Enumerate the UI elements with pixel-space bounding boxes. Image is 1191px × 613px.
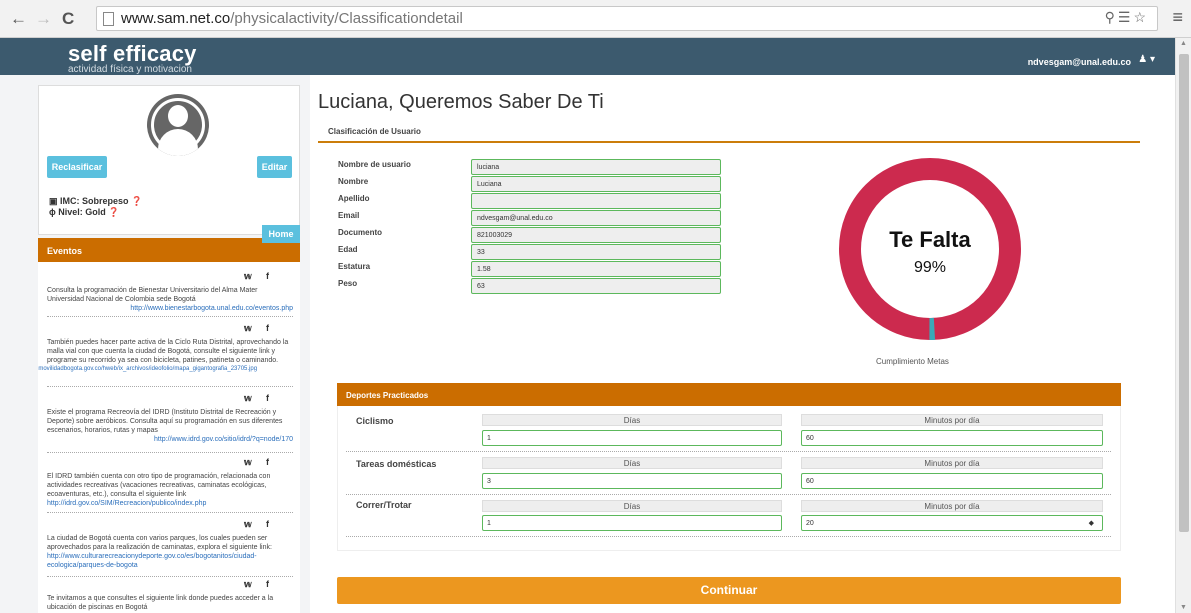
event-link[interactable]: http://idrd.gov.co/SIM/Recreacion/public…	[47, 500, 206, 507]
event-item: 𝕨f El IDRD también cuenta con otro tipo …	[47, 458, 293, 520]
nombre-usuario-field[interactable]: luciana	[471, 159, 721, 175]
event-link[interactable]: http://www.bienestarbogota.unal.edu.co/e…	[47, 304, 293, 313]
scale-icon: ▣	[49, 196, 58, 206]
scroll-down-icon[interactable]: ▼	[1180, 604, 1187, 611]
minutos-header: Minutos por día	[801, 457, 1103, 469]
dias-input[interactable]: 1	[482, 430, 782, 446]
share-icons[interactable]: 𝕨f	[244, 272, 283, 281]
browser-toolbar: ← → C www.sam.net.co/physicalactivity/Cl…	[0, 0, 1191, 38]
scroll-up-icon[interactable]: ▲	[1180, 40, 1187, 47]
sport-name: Ciclismo	[356, 416, 394, 426]
imc-info: ▣ IMC: Sobrepeso ❓	[49, 196, 143, 206]
event-item: 𝕨f La ciudad de Bogotá cuenta con varios…	[47, 520, 293, 580]
minutos-input[interactable]: 20 ◆	[801, 515, 1103, 531]
field-label-nombre: Nombre	[338, 177, 369, 186]
help-icon[interactable]: ❓	[108, 207, 119, 217]
brand-subtitle: actividad física y motivacion	[68, 64, 192, 75]
forward-arrow-icon[interactable]: →	[35, 9, 52, 29]
minutos-header: Minutos por día	[801, 500, 1103, 512]
dias-header: Días	[482, 500, 782, 512]
editar-button[interactable]: Editar	[257, 156, 292, 178]
dias-input[interactable]: 1	[482, 515, 782, 531]
row-divider	[346, 494, 1111, 495]
nivel-info: ϕ Nivel: Gold ❓	[49, 207, 120, 217]
section-divider	[318, 141, 1140, 143]
reload-icon[interactable]: C	[62, 9, 74, 29]
app-header: self efficacy actividad física y motivac…	[0, 38, 1175, 75]
share-icons[interactable]: 𝕨f	[244, 324, 283, 333]
share-icons[interactable]: 𝕨f	[244, 580, 283, 589]
continuar-button[interactable]: Continuar	[337, 577, 1121, 604]
back-arrow-icon[interactable]: ←	[10, 9, 27, 29]
field-label-email: Email	[338, 211, 360, 220]
event-link[interactable]: http://www.movilidadbogota.gov.co/hweb/i…	[38, 365, 293, 374]
email-field[interactable]: ndvesgam@unal.edu.co	[471, 210, 721, 226]
field-label-documento: Documento	[338, 228, 382, 237]
event-item: 𝕨f También puedes hacer parte activa de …	[38, 324, 293, 394]
row-divider	[346, 451, 1111, 452]
field-label-estatura: Estatura	[338, 262, 371, 271]
page-scrollbar[interactable]: ▲ ▼	[1175, 38, 1191, 613]
share-icons[interactable]: 𝕨f	[244, 520, 283, 529]
dias-input[interactable]: 3	[482, 473, 782, 489]
user-email[interactable]: ndvesgam@unal.edu.co	[1028, 57, 1131, 67]
browser-menu-icon[interactable]: ≡	[1172, 7, 1183, 28]
profile-card: Reclasificar Editar ▣ IMC: Sobrepeso ❓ ϕ…	[38, 85, 300, 235]
donut-percent: 99%	[913, 259, 947, 276]
zoom-translate-star-icons[interactable]: ⚲☰☆	[1105, 9, 1149, 26]
scroll-thumb[interactable]	[1179, 54, 1189, 532]
donut-caption: Cumplimiento Metas	[876, 357, 949, 366]
field-label-edad: Edad	[338, 245, 358, 254]
field-label-peso: Peso	[338, 279, 358, 288]
nombre-field[interactable]: Luciana	[471, 176, 721, 192]
event-item: 𝕨f Existe el programa Recreovía del IDRD…	[47, 394, 293, 458]
help-icon[interactable]: ❓	[131, 196, 142, 206]
avatar-icon	[147, 94, 209, 156]
home-tab[interactable]: Home	[262, 225, 300, 243]
bolt-icon: ϕ	[49, 207, 56, 217]
event-link[interactable]: http://www.culturarecreacionydeporte.gov…	[47, 553, 257, 569]
sport-name: Correr/Trotar	[356, 500, 412, 510]
donut-title: Te Falta	[889, 227, 971, 252]
spinner-icon[interactable]: ◆	[1089, 519, 1094, 527]
minutos-input[interactable]: 60	[801, 430, 1103, 446]
deportes-header: Deportes Practicados	[337, 383, 1121, 406]
field-label-usuario: Nombre de usuario	[338, 160, 411, 169]
user-menu-icon[interactable]: ♟ ▾	[1138, 54, 1155, 65]
eventos-header: Eventos	[38, 238, 300, 262]
event-item: 𝕨f Te invitamos a que consultes el sigui…	[47, 579, 283, 612]
reclasificar-button[interactable]: Reclasificar	[47, 156, 107, 178]
page-icon	[103, 12, 114, 26]
peso-field[interactable]: 63	[471, 278, 721, 294]
dias-header: Días	[482, 457, 782, 469]
section-label: Clasificación de Usuario	[328, 127, 421, 136]
edad-field[interactable]: 33	[471, 244, 721, 260]
documento-field[interactable]: 821003029	[471, 227, 721, 243]
page-title: Luciana, Queremos Saber De Ti	[318, 91, 604, 113]
apellido-field[interactable]	[471, 193, 721, 209]
event-item: 𝕨f Consulta la programación de Bienestar…	[47, 272, 293, 324]
event-link[interactable]: http://www.idrd.gov.co/sitio/idrd/?q=nod…	[47, 435, 293, 444]
minutos-input[interactable]: 60	[801, 473, 1103, 489]
sport-name: Tareas domésticas	[356, 459, 437, 469]
estatura-field[interactable]: 1.58	[471, 261, 721, 277]
row-divider	[346, 536, 1111, 537]
minutos-header: Minutos por día	[801, 414, 1103, 426]
field-label-apellido: Apellido	[338, 194, 370, 203]
share-icons[interactable]: 𝕨f	[244, 394, 283, 403]
share-icons[interactable]: 𝕨f	[244, 458, 283, 467]
address-bar[interactable]: www.sam.net.co/physicalactivity/Classifi…	[96, 6, 1158, 31]
dias-header: Días	[482, 414, 782, 426]
eventos-list: 𝕨f Consulta la programación de Bienestar…	[38, 262, 300, 613]
goals-donut-chart: Te Falta 99%	[838, 157, 1022, 341]
address-text[interactable]: www.sam.net.co/physicalactivity/Classifi…	[121, 10, 463, 27]
